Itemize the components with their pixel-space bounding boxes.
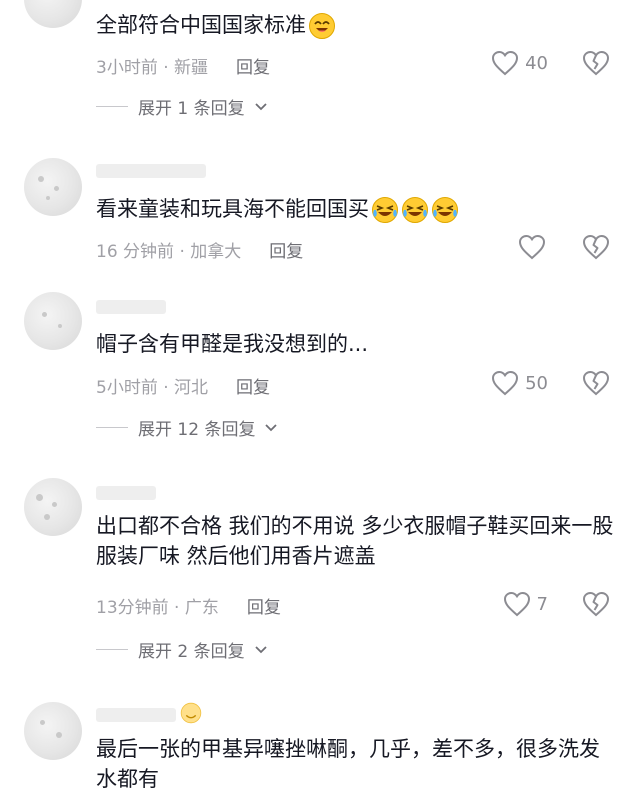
heart-outline-icon: [503, 591, 530, 617]
avatar-texture: [52, 502, 57, 507]
avatar-texture: [44, 514, 50, 520]
like-button[interactable]: 50: [491, 370, 548, 396]
divider: [96, 649, 128, 650]
avatar-texture: [58, 324, 62, 328]
chevron-down-icon: [265, 423, 278, 431]
crying-laughing-emoji: [432, 197, 458, 223]
dislike-button[interactable]: [582, 234, 610, 264]
avatar[interactable]: [24, 158, 82, 216]
broken-heart-icon: [582, 50, 610, 76]
divider: [96, 427, 128, 428]
avatar[interactable]: [24, 292, 82, 350]
crying-laughing-emoji: [372, 197, 398, 223]
avatar-texture: [40, 720, 45, 725]
comment-text: 最后一张的甲基异噻挫啉酮，几乎，差不多，很多洗发水都有: [96, 737, 600, 791]
comment-text: 出口都不合格 我们的不用说 多少衣服帽子鞋买回来一股服装厂味 然后他们用香片遮盖: [96, 514, 614, 568]
comment-meta: 16 分钟前 · 加拿大 回复: [96, 237, 303, 262]
reply-button[interactable]: 回复: [269, 242, 303, 262]
heart-outline-icon: [492, 370, 519, 396]
avatar[interactable]: [24, 0, 82, 28]
comment-time-location: 16 分钟前 · 加拿大: [96, 242, 242, 262]
like-count: 7: [536, 593, 548, 615]
heart-outline-icon: [518, 234, 546, 260]
username[interactable]: [96, 486, 156, 500]
heart-outline-icon: [492, 50, 519, 76]
broken-heart-icon: [582, 234, 610, 260]
comment-time-location: 5小时前 · 河北: [96, 378, 209, 398]
avatar-texture: [46, 196, 50, 200]
dislike-button[interactable]: [582, 50, 610, 80]
comment-meta: 5小时前 · 河北 回复: [96, 373, 270, 398]
comment-text: 帽子含有甲醛是我没想到的...: [96, 332, 369, 356]
chevron-down-icon: [254, 102, 267, 110]
smiling-face-emoji: [180, 702, 202, 724]
avatar[interactable]: [24, 478, 82, 536]
chevron-down-icon: [254, 645, 267, 653]
username[interactable]: [96, 300, 166, 314]
expand-replies-button[interactable]: 展开 2 条回复: [96, 637, 267, 662]
avatar-texture: [54, 186, 59, 191]
broken-heart-icon: [582, 370, 610, 396]
crying-laughing-emoji: [402, 197, 428, 223]
avatar[interactable]: [24, 702, 82, 760]
broken-heart-icon: [582, 591, 610, 617]
smiling-face-emoji: [309, 13, 335, 39]
divider: [96, 106, 128, 107]
avatar-texture: [42, 312, 47, 317]
comment-meta: 13分钟前 · 广东 回复: [96, 593, 281, 618]
avatar-texture: [56, 732, 62, 738]
username[interactable]: [96, 708, 176, 722]
avatar-texture: [36, 494, 43, 501]
comment-time-location: 3小时前 · 新疆: [96, 58, 209, 78]
avatar-texture: [38, 176, 44, 182]
expand-replies-button[interactable]: 展开 1 条回复: [96, 94, 267, 119]
dislike-button[interactable]: [582, 370, 610, 400]
username[interactable]: [96, 164, 206, 178]
reply-button[interactable]: 回复: [236, 58, 270, 78]
comment-text: 看来童装和玩具海不能回国买: [96, 194, 614, 224]
like-count: 40: [525, 52, 548, 74]
comment-text: 全部符合中国国家标准: [96, 10, 614, 40]
reply-button[interactable]: 回复: [236, 378, 270, 398]
comment-meta: 3小时前 · 新疆 回复: [96, 53, 270, 78]
like-button[interactable]: [518, 234, 546, 260]
expand-replies-button[interactable]: 展开 12 条回复: [96, 415, 278, 440]
like-button[interactable]: 40: [491, 50, 548, 76]
dislike-button[interactable]: [582, 591, 610, 621]
like-count: 50: [525, 372, 548, 394]
reply-button[interactable]: 回复: [247, 598, 281, 618]
like-button[interactable]: 7: [503, 591, 548, 617]
comment-time-location: 13分钟前 · 广东: [96, 598, 219, 618]
